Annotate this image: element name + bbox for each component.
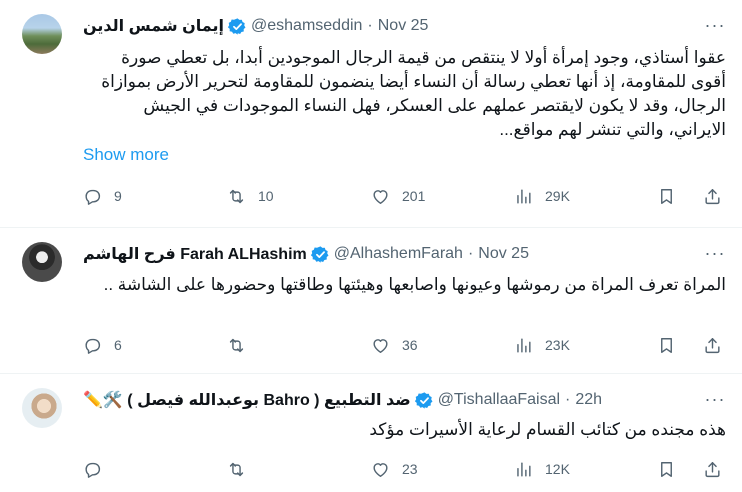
repost-icon <box>227 460 246 479</box>
share-icon <box>703 460 722 479</box>
action-bar: 9 10 201 29K <box>83 185 726 207</box>
bookmark-icon <box>657 460 676 479</box>
bookmark-icon <box>657 336 676 355</box>
repost-button[interactable] <box>227 458 258 480</box>
tweet-header: Farah ALHashim فرح الهاشم @AlhashemFarah… <box>83 243 529 265</box>
tweet-header: ضد التطبيع ( Bahro بوعبدالله فيصل ) 🛠️✏️… <box>83 389 602 411</box>
more-dots-icon[interactable]: ··· <box>704 14 726 36</box>
separator-dot: · <box>467 245 474 262</box>
avatar[interactable] <box>22 242 62 282</box>
views-button[interactable]: 12K <box>514 458 570 480</box>
verified-badge-icon <box>415 391 434 410</box>
bookmark-button[interactable] <box>657 334 676 356</box>
repost-button[interactable]: 10 <box>227 185 274 207</box>
bookmark-button[interactable] <box>657 185 676 207</box>
reply-count: 6 <box>114 337 122 353</box>
repost-icon <box>227 187 246 206</box>
views-button[interactable]: 29K <box>514 185 570 207</box>
display-name[interactable]: إيمان شمس الدين <box>83 16 224 36</box>
action-bar: 6 36 23K <box>83 334 726 356</box>
action-bar: 23 12K <box>83 458 726 480</box>
reply-button[interactable]: 9 <box>83 185 122 207</box>
views-count: 12K <box>545 461 570 477</box>
reply-count: 9 <box>114 188 122 204</box>
more-dots-icon[interactable]: ··· <box>704 388 726 410</box>
share-icon <box>703 336 722 355</box>
heart-icon <box>371 187 390 206</box>
user-handle[interactable]: @TishallaaFaisal <box>438 391 560 409</box>
tweet-3[interactable]: ضد التطبيع ( Bahro بوعبدالله فيصل ) 🛠️✏️… <box>0 374 742 492</box>
avatar[interactable] <box>22 14 62 54</box>
repost-button[interactable] <box>227 334 258 356</box>
like-button[interactable]: 23 <box>371 458 418 480</box>
bookmark-icon <box>657 187 676 206</box>
verified-badge-icon <box>311 245 330 264</box>
timestamp[interactable]: Nov 25 <box>478 245 529 263</box>
tweet-2[interactable]: Farah ALHashim فرح الهاشم @AlhashemFarah… <box>0 228 742 374</box>
user-handle[interactable]: @eshamseddin <box>251 17 362 35</box>
views-chart-icon <box>514 460 533 479</box>
more-dots-icon[interactable]: ··· <box>704 242 726 264</box>
verified-badge-icon <box>228 17 247 36</box>
reply-icon <box>83 187 102 206</box>
show-more-link[interactable]: Show more <box>83 145 169 165</box>
avatar[interactable] <box>22 388 62 428</box>
tweet-text: المراة تعرف المراة من رموشها وعيونها واص… <box>103 275 726 294</box>
like-button[interactable]: 36 <box>371 334 418 356</box>
repost-count: 10 <box>258 188 274 204</box>
share-icon <box>703 187 722 206</box>
timestamp[interactable]: Nov 25 <box>378 17 429 35</box>
reply-icon <box>83 460 102 479</box>
views-count: 29K <box>545 188 570 204</box>
separator-dot: · <box>565 391 571 408</box>
display-name[interactable]: Farah ALHashim فرح الهاشم <box>83 244 307 264</box>
tweet-text: هذه مجنده من كتائب القسام لرعاية الأسيرا… <box>369 420 726 439</box>
like-count: 23 <box>402 461 418 477</box>
share-button[interactable] <box>703 458 722 480</box>
timestamp[interactable]: 22h <box>575 391 602 409</box>
tweet-text: عقوا أستاذي، وجود إمرأة أولا لا ينتقص من… <box>101 48 726 139</box>
heart-icon <box>371 460 390 479</box>
views-button[interactable]: 23K <box>514 334 570 356</box>
views-chart-icon <box>514 336 533 355</box>
like-count: 201 <box>402 188 426 204</box>
reply-button[interactable]: 6 <box>83 334 122 356</box>
repost-icon <box>227 336 246 355</box>
tweet-1[interactable]: إيمان شمس الدين @eshamseddin · Nov 25 ··… <box>0 0 742 228</box>
reply-icon <box>83 336 102 355</box>
views-chart-icon <box>514 187 533 206</box>
like-button[interactable]: 201 <box>371 185 425 207</box>
tweet-header: إيمان شمس الدين @eshamseddin · Nov 25 <box>83 15 428 37</box>
share-button[interactable] <box>703 185 722 207</box>
views-count: 23K <box>545 337 570 353</box>
separator-dot: · <box>367 17 373 34</box>
display-name[interactable]: ضد التطبيع ( Bahro بوعبدالله فيصل ) 🛠️✏️ <box>83 390 411 410</box>
like-count: 36 <box>402 337 418 353</box>
bookmark-button[interactable] <box>657 458 676 480</box>
reply-button[interactable] <box>83 458 114 480</box>
heart-icon <box>371 336 390 355</box>
user-handle[interactable]: @AlhashemFarah <box>334 245 463 263</box>
share-button[interactable] <box>703 334 722 356</box>
